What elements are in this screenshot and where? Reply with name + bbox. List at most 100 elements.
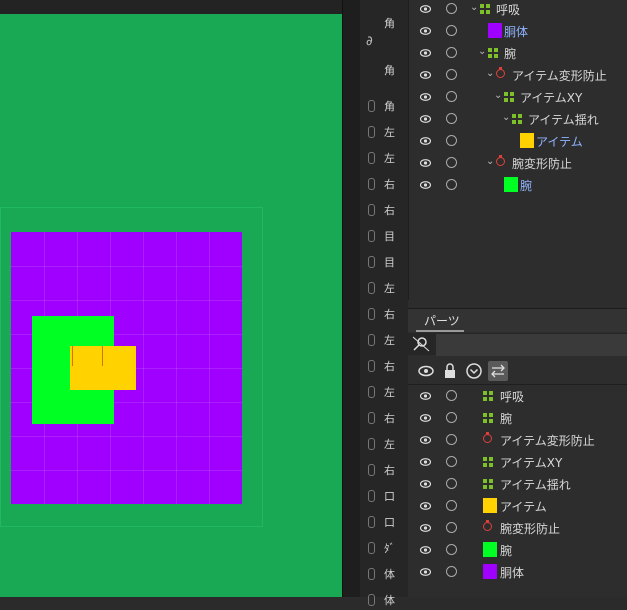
lock-toggle-icon[interactable] <box>446 412 457 423</box>
link-icon[interactable]: ∂ <box>360 34 408 54</box>
lock-toggle-icon[interactable] <box>446 522 457 533</box>
visibility-eye-icon[interactable] <box>420 159 431 167</box>
visibility-eye-icon[interactable] <box>420 480 431 488</box>
item-art-mesh[interactable] <box>70 346 136 390</box>
parameter-row[interactable]: 右 <box>360 408 408 428</box>
visibility-eye-icon[interactable] <box>420 181 431 189</box>
search-icon[interactable] <box>412 336 430 352</box>
canvas-scrollbar[interactable] <box>342 0 361 597</box>
chevron-down-icon[interactable]: ⌄ <box>502 112 510 123</box>
parameter-key-icon[interactable] <box>368 334 375 346</box>
lock-toggle-icon[interactable] <box>446 566 457 577</box>
deformer-tree-row[interactable]: ⌄ アイテム変形防止 <box>410 65 627 87</box>
parameter-row[interactable]: 右 <box>360 304 408 324</box>
visibility-eye-icon[interactable] <box>420 546 431 554</box>
deformer-tree-row[interactable]: 腕 <box>410 175 627 197</box>
parameter-row[interactable]: 体 <box>360 564 408 584</box>
parameter-key-icon[interactable] <box>368 178 375 190</box>
chevron-down-icon[interactable]: ⌄ <box>486 156 494 167</box>
parts-list-item[interactable]: アイテム <box>410 496 627 518</box>
chevron-down-icon[interactable]: ⌄ <box>470 2 478 13</box>
parameter-row[interactable]: ﾀﾞ <box>360 538 408 558</box>
parameter-key-icon[interactable] <box>368 308 375 320</box>
parameter-key-icon[interactable] <box>368 282 375 294</box>
parameter-row[interactable]: 左 <box>360 278 408 298</box>
parameter-key-icon[interactable] <box>368 100 375 112</box>
parameter-key-icon[interactable] <box>368 386 375 398</box>
lock-toggle-icon[interactable] <box>446 69 457 80</box>
parameter-row[interactable]: 左 <box>360 434 408 454</box>
visibility-eye-icon[interactable] <box>420 27 431 35</box>
chevron-down-icon[interactable]: ⌄ <box>478 46 486 57</box>
parameter-key-icon[interactable] <box>368 464 375 476</box>
deformer-tree-row[interactable]: ⌄ 腕 <box>410 43 627 65</box>
parameter-key-icon[interactable] <box>368 230 375 242</box>
parameter-key-icon[interactable] <box>368 412 375 424</box>
lock-toggle-icon[interactable] <box>446 3 457 14</box>
parameter-row[interactable]: 左 <box>360 330 408 350</box>
parameter-key-icon[interactable] <box>368 204 375 216</box>
deformer-tree-row[interactable]: ⌄ 呼吸 <box>410 0 627 21</box>
parameter-row[interactable]: 目 <box>360 226 408 246</box>
lock-toggle-icon[interactable] <box>446 434 457 445</box>
visibility-eye-icon[interactable] <box>420 502 431 510</box>
parameter-key-icon[interactable] <box>368 490 375 502</box>
parameter-row[interactable]: 角 <box>360 60 408 80</box>
lock-toggle-icon[interactable] <box>446 25 457 36</box>
visibility-eye-icon[interactable] <box>420 5 431 13</box>
chevron-down-icon[interactable]: ⌄ <box>486 68 494 79</box>
visibility-eye-icon[interactable] <box>420 93 431 101</box>
lock-toggle-icon[interactable] <box>446 135 457 146</box>
parts-list-item[interactable]: 腕 <box>410 408 627 430</box>
visibility-eye-icon[interactable] <box>420 115 431 123</box>
lock-toggle-icon[interactable] <box>446 47 457 58</box>
parameter-row[interactable]: 角 <box>360 96 408 116</box>
parts-list-item[interactable]: 呼吸 <box>410 386 627 408</box>
parameter-row[interactable]: 目 <box>360 252 408 272</box>
parameter-key-icon[interactable] <box>368 568 375 580</box>
lock-toggle-icon[interactable] <box>446 390 457 401</box>
lock-toggle-icon[interactable] <box>446 500 457 511</box>
parameter-key-icon[interactable] <box>368 360 375 372</box>
parts-list-item[interactable]: アイテムXY <box>410 452 627 474</box>
parts-list-item[interactable]: 胴体 <box>410 562 627 584</box>
lock-toggle-icon[interactable] <box>446 113 457 124</box>
lock-toggle-icon[interactable] <box>446 179 457 190</box>
parameter-key-icon[interactable] <box>368 542 375 554</box>
eye-icon[interactable] <box>416 361 436 381</box>
lock-toggle-icon[interactable] <box>446 91 457 102</box>
chevron-circle-icon[interactable] <box>464 361 484 381</box>
tab-parts[interactable]: パーツ <box>416 310 464 332</box>
deformer-tree-row[interactable]: ⌄ アイテム揺れ <box>410 109 627 131</box>
parameter-key-icon[interactable] <box>368 256 375 268</box>
lock-toggle-icon[interactable] <box>446 456 457 467</box>
deformer-tree-row[interactable]: ⌄ 腕変形防止 <box>410 153 627 175</box>
visibility-eye-icon[interactable] <box>420 71 431 79</box>
parameter-key-icon[interactable] <box>368 438 375 450</box>
parts-list-item[interactable]: 腕 <box>410 540 627 562</box>
parameter-key-icon[interactable] <box>368 516 375 528</box>
lock-toggle-icon[interactable] <box>446 157 457 168</box>
parameter-row[interactable]: 左 <box>360 382 408 402</box>
visibility-eye-icon[interactable] <box>420 49 431 57</box>
parameter-row[interactable]: 左 <box>360 148 408 168</box>
parameter-row[interactable]: 体 <box>360 590 408 610</box>
parts-list-item[interactable]: 腕変形防止 <box>410 518 627 540</box>
parameter-row[interactable]: 右 <box>360 460 408 480</box>
parameter-row[interactable]: 右 <box>360 174 408 194</box>
parameter-key-icon[interactable] <box>368 594 375 606</box>
parts-search-input[interactable] <box>436 334 627 356</box>
parameter-row[interactable]: 口 <box>360 512 408 532</box>
parameter-row[interactable]: 右 <box>360 200 408 220</box>
parameter-row[interactable]: 口 <box>360 486 408 506</box>
visibility-eye-icon[interactable] <box>420 524 431 532</box>
visibility-eye-icon[interactable] <box>420 458 431 466</box>
lock-toggle-icon[interactable] <box>446 544 457 555</box>
parameter-row[interactable]: 右 <box>360 356 408 376</box>
visibility-eye-icon[interactable] <box>420 137 431 145</box>
parameter-row[interactable]: 左 <box>360 122 408 142</box>
visibility-eye-icon[interactable] <box>420 414 431 422</box>
swap-icon[interactable] <box>488 361 508 381</box>
deformer-tree-row[interactable]: アイテム <box>410 131 627 153</box>
visibility-eye-icon[interactable] <box>420 436 431 444</box>
